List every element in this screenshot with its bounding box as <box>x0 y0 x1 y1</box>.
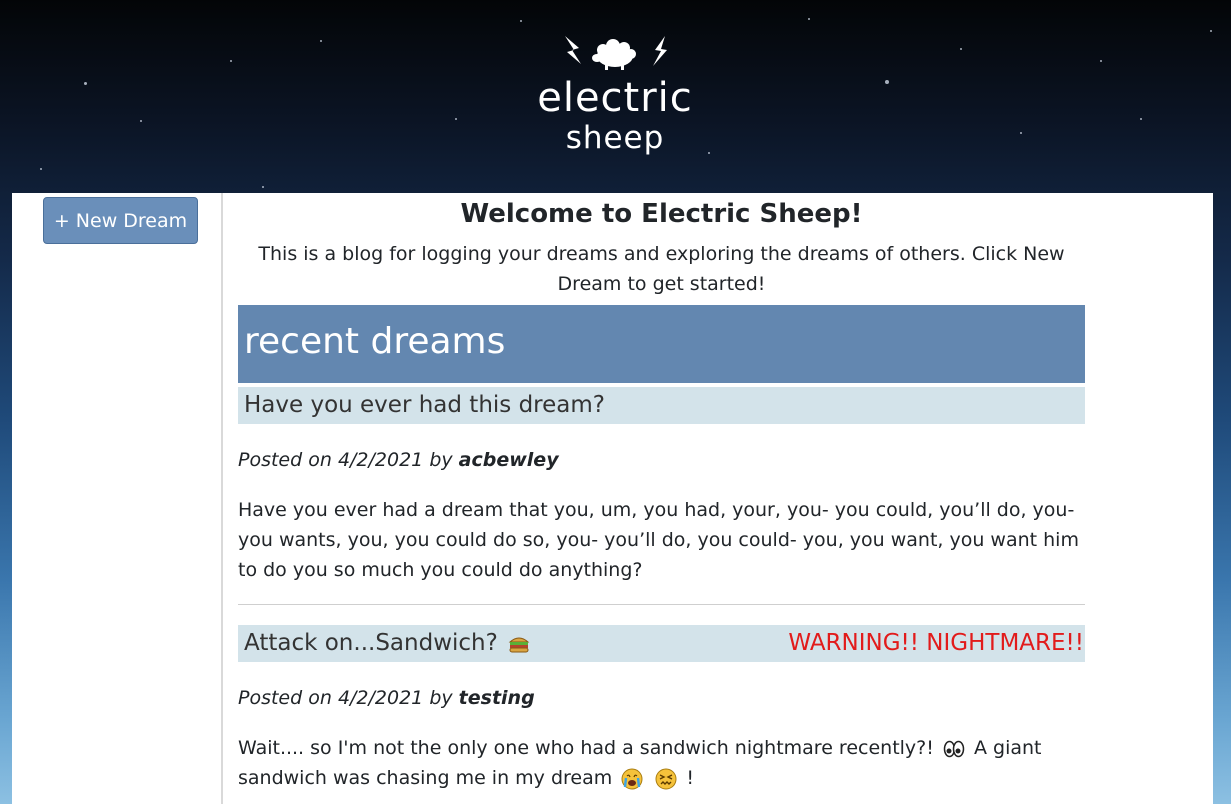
post-meta: Posted on 4/2/2021 by testing <box>238 685 535 711</box>
eyes-emoji-icon <box>943 740 965 757</box>
post-divider <box>238 604 1085 605</box>
post-title-text[interactable]: Attack on...Sandwich? <box>244 630 498 656</box>
sandwich-emoji-icon <box>508 637 530 652</box>
post-title[interactable]: Attack on...Sandwich? WARNING!! NIGHTMAR… <box>238 625 1085 662</box>
logo-line2: sheep <box>565 120 665 156</box>
page-title: Welcome to Electric Sheep! <box>460 199 863 229</box>
sidebar: + New Dream <box>12 193 223 804</box>
welcome-text: This is a blog for logging your dreams a… <box>258 243 1065 295</box>
electric-sheep-logo-icon <box>565 36 667 70</box>
post-author[interactable]: acbewley <box>459 449 559 471</box>
logo-line1: electric <box>537 75 693 121</box>
recent-dreams-heading: recent dreams <box>238 305 1085 383</box>
post-date: 4/2/2021 <box>337 687 424 709</box>
posted-by: by <box>423 449 459 471</box>
post-meta: Posted on 4/2/2021 by acbewley <box>238 447 559 473</box>
crying-face-emoji-icon <box>621 768 643 789</box>
post-date: 4/2/2021 <box>337 449 424 471</box>
new-dream-button[interactable]: + New Dream <box>43 197 198 244</box>
post-author[interactable]: testing <box>459 687 535 709</box>
posted-prefix: Posted on <box>238 687 338 709</box>
posted-by: by <box>423 687 459 709</box>
post-title[interactable]: Have you ever had this dream? <box>238 387 1085 424</box>
post-body: Have you ever had a dream that you, um, … <box>238 499 1079 581</box>
post-body: Wait.... so I'm not the only one who had… <box>238 733 1085 793</box>
nightmare-warning: WARNING!! NIGHTMARE!! <box>788 630 1084 656</box>
posted-prefix: Posted on <box>238 449 338 471</box>
post-title-text[interactable]: Have you ever had this dream? <box>244 392 605 418</box>
content-panel: + New Dream Welcome to Electric Sheep! T… <box>12 193 1213 804</box>
post-body-part1: Wait.... so I'm not the only one who had… <box>238 737 934 759</box>
site-logo[interactable]: electric sheep <box>520 32 710 167</box>
confounded-face-emoji-icon <box>655 768 677 789</box>
post-body-part3: ! <box>686 767 695 789</box>
